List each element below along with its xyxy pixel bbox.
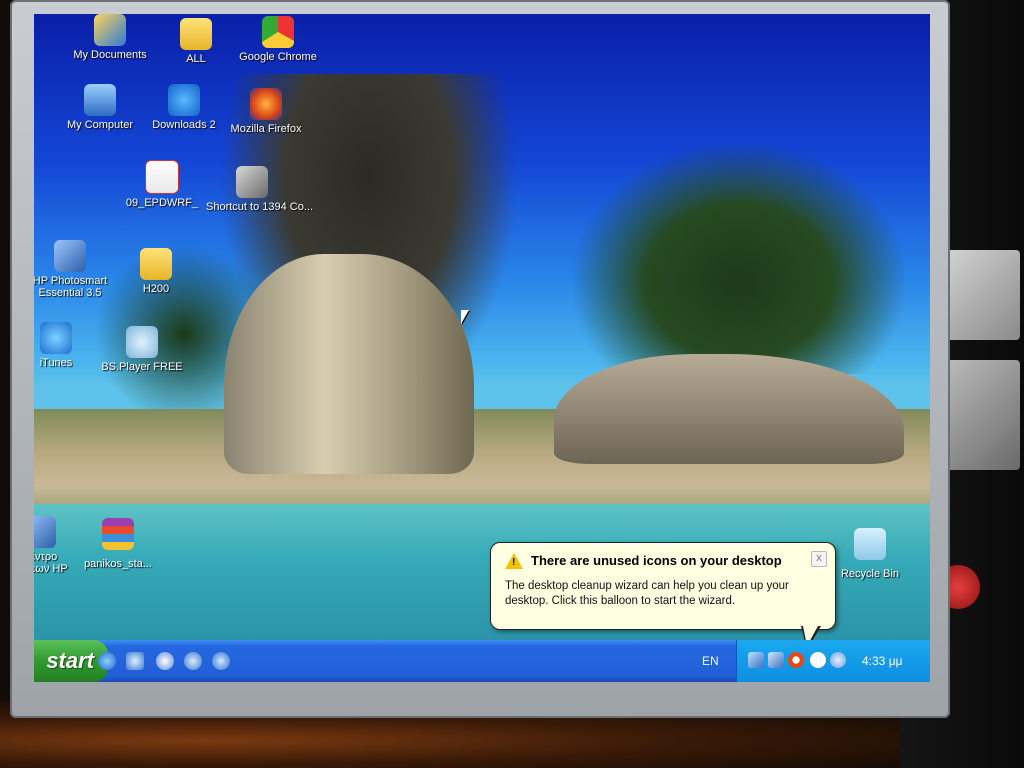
balloon-title: There are unused icons on your desktop bbox=[531, 553, 782, 568]
desktop-icon-recycle-bin[interactable]: Recycle Bin bbox=[824, 528, 916, 580]
desktop-icon-label: Shortcut to 1394 Co... bbox=[206, 201, 314, 213]
network-icon[interactable] bbox=[768, 652, 784, 668]
folder-icon bbox=[140, 248, 172, 280]
desktop-icon-label: Recycle Bin bbox=[840, 568, 900, 580]
ie-icon bbox=[168, 84, 200, 116]
language-indicator[interactable]: EN bbox=[702, 654, 719, 668]
desktop-icon-pdf[interactable]: 09_EPDWRF_ bbox=[116, 160, 208, 209]
start-button[interactable]: start bbox=[34, 640, 108, 682]
notification-icon[interactable] bbox=[810, 652, 826, 668]
notification-balloon[interactable]: ! There are unused icons on your desktop… bbox=[490, 542, 836, 630]
mouse-cursor-icon bbox=[461, 310, 469, 324]
desktop-icon-label: panikos_sta... bbox=[84, 558, 152, 570]
desktop-icon-label: Downloads 2 bbox=[152, 119, 216, 131]
pdf-icon bbox=[145, 160, 179, 194]
desktop-icon-label: 09_EPDWRF_ bbox=[125, 197, 199, 209]
desktop-icon-my-computer[interactable]: My Computer bbox=[54, 84, 146, 131]
desktop-icon-label: Κέντρο λύσεων HP bbox=[34, 551, 68, 575]
firefox-icon bbox=[250, 88, 282, 120]
recycle-bin-icon bbox=[854, 528, 886, 560]
desktop-icon-label: Mozilla Firefox bbox=[230, 123, 302, 135]
desktop-icon-h200[interactable]: H200 bbox=[110, 244, 202, 295]
desktop-icon-label: BS.Player FREE bbox=[101, 361, 183, 373]
desktop-icon-label: My Documents bbox=[73, 49, 147, 61]
winrar-icon bbox=[102, 518, 134, 550]
desktop-icon-label: H200 bbox=[142, 283, 170, 295]
computer-icon bbox=[84, 84, 116, 116]
warning-mark: ! bbox=[512, 557, 516, 568]
itunes-icon bbox=[40, 322, 72, 354]
bsplayer-icon bbox=[126, 326, 158, 358]
shortcut-icon bbox=[236, 166, 268, 198]
desktop-icon-hp-photosmart[interactable]: HP Photosmart Essential 3.5 bbox=[34, 240, 116, 299]
documents-icon bbox=[94, 14, 126, 46]
wallpaper-tree-trunk bbox=[224, 254, 474, 474]
screen: My Documents ALL Google Chrome My Comput… bbox=[34, 14, 930, 682]
media-player-quicklaunch-icon[interactable] bbox=[156, 652, 174, 670]
chrome-icon bbox=[262, 16, 294, 48]
desktop-icon-itunes[interactable]: iTunes bbox=[34, 322, 102, 369]
desktop-icon-label: ALL bbox=[186, 53, 206, 65]
volume-icon[interactable] bbox=[830, 652, 846, 668]
taskbar: start EN 4:33 μμ bbox=[34, 640, 930, 682]
desktop-icon-label: Google Chrome bbox=[239, 51, 317, 63]
folder-icon bbox=[180, 18, 212, 50]
hp-icon bbox=[34, 516, 56, 548]
desktop-icon-google-chrome[interactable]: Google Chrome bbox=[232, 16, 324, 63]
security-icon[interactable] bbox=[788, 652, 804, 668]
clock[interactable]: 4:33 μμ bbox=[862, 654, 903, 668]
desktop-icon-my-documents[interactable]: My Documents bbox=[64, 14, 156, 61]
desktop-icon-all[interactable]: ALL bbox=[150, 14, 242, 65]
balloon-close-button[interactable]: x bbox=[811, 551, 827, 567]
cd-quicklaunch-icon[interactable] bbox=[184, 652, 202, 670]
desktop-icon-downloads-2[interactable]: Downloads 2 bbox=[138, 84, 230, 131]
explorer-quicklaunch-icon[interactable] bbox=[126, 652, 144, 670]
hp-photosmart-icon bbox=[54, 240, 86, 272]
network-disconnected-icon[interactable] bbox=[748, 652, 764, 668]
balloon-body: The desktop cleanup wizard can help you … bbox=[505, 580, 789, 607]
desktop-icon-shortcut-1394[interactable]: Shortcut to 1394 Co... bbox=[206, 166, 314, 213]
desktop-icon-label: HP Photosmart Essential 3.5 bbox=[34, 275, 108, 299]
monitor-bezel: My Documents ALL Google Chrome My Comput… bbox=[10, 0, 950, 718]
bsplayer-quicklaunch-icon[interactable] bbox=[212, 652, 230, 670]
desktop-icon-mozilla-firefox[interactable]: Mozilla Firefox bbox=[220, 88, 312, 135]
wallpaper-foliage bbox=[574, 144, 904, 374]
desktop-icon-label: My Computer bbox=[66, 119, 134, 131]
desktop-icon-label: iTunes bbox=[39, 357, 73, 369]
ie-quicklaunch-icon[interactable] bbox=[98, 652, 116, 670]
desktop-icon-winrar-archive[interactable]: panikos_sta... bbox=[72, 518, 164, 570]
desktop-icon-bsplayer[interactable]: BS.Player FREE bbox=[96, 326, 188, 373]
